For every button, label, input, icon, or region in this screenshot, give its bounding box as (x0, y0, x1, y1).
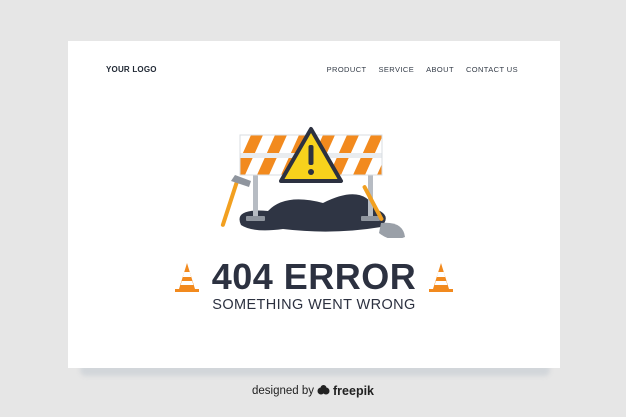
error-subtitle: SOMETHING WENT WRONG (212, 297, 416, 313)
nav-item-contact-us[interactable]: CONTACT US (466, 65, 518, 74)
nav-item-product[interactable]: PRODUCT (327, 65, 367, 74)
error-title: 404 ERROR (211, 256, 417, 297)
credit-prefix: designed by (251, 385, 315, 397)
credit-brand[interactable]: freepik (333, 384, 374, 398)
nav-item-service[interactable]: SERVICE (379, 65, 415, 74)
site-logo[interactable]: YOUR LOGO (106, 65, 157, 74)
freepik-logo-icon (317, 385, 330, 395)
traffic-cone-icon (174, 263, 199, 292)
error-heading-row: 404 ERROR (68, 259, 560, 295)
designer-credit: designed by freepik (0, 384, 626, 398)
construction-barrier-illustration (220, 127, 405, 238)
nav-item-about[interactable]: ABOUT (426, 65, 454, 74)
traffic-cone-icon (429, 263, 454, 292)
landing-card: YOUR LOGO PRODUCT SERVICE ABOUT CONTACT … (68, 41, 560, 368)
main-nav: PRODUCT SERVICE ABOUT CONTACT US (327, 65, 518, 74)
